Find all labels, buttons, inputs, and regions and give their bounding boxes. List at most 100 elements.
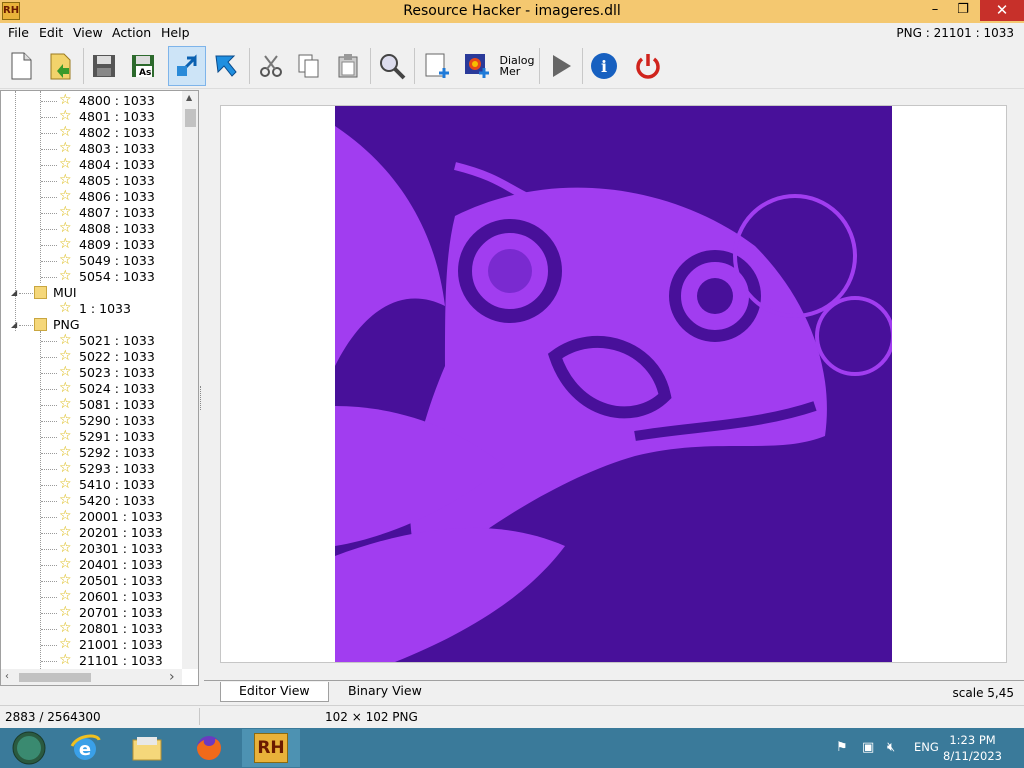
tree-item[interactable]: ☆ 4802 : 1033 xyxy=(1,125,181,141)
save-as-button[interactable]: As xyxy=(124,46,162,86)
scroll-up-icon[interactable]: ▲ xyxy=(186,93,192,102)
tree-item[interactable]: ☆ 20501 : 1033 xyxy=(1,573,181,589)
copy-button[interactable] xyxy=(290,46,328,86)
star-resource-icon: ☆ xyxy=(59,156,72,172)
tree-item[interactable]: ☆ 4801 : 1033 xyxy=(1,109,181,125)
resource-tree[interactable]: ☆ 4800 : 1033 ☆ 4801 : 1033 ☆ 4802 : 1033 ☆ 480… xyxy=(0,90,199,686)
new-file-button[interactable] xyxy=(2,46,40,86)
status-divider xyxy=(199,708,200,725)
tree-item[interactable]: ☆ 5292 : 1033 xyxy=(1,445,181,461)
tree-connector xyxy=(41,149,57,150)
clock-date: 8/11/2023 xyxy=(943,749,1002,763)
scroll-thumb[interactable] xyxy=(185,109,196,127)
tree-item-label: 4809 : 1033 xyxy=(79,237,155,252)
tree-vertical-scrollbar[interactable]: ▲ xyxy=(182,91,198,669)
tree-item[interactable]: ☆ 5049 : 1033 xyxy=(1,253,181,269)
internet-explorer-button[interactable]: e xyxy=(56,729,114,767)
internet-explorer-icon: e xyxy=(70,734,101,760)
folder-icon xyxy=(34,318,47,331)
tree-item[interactable]: ☆ 20801 : 1033 xyxy=(1,621,181,637)
run-button[interactable] xyxy=(542,46,580,86)
menu-file[interactable]: File xyxy=(8,25,29,40)
menu-view[interactable]: View xyxy=(73,25,103,40)
restore-button[interactable]: ❐ xyxy=(948,0,978,21)
tree-item[interactable]: ☆ 20201 : 1033 xyxy=(1,525,181,541)
paste-button[interactable] xyxy=(329,46,367,86)
volume-muted-icon[interactable]: 🔇︎ xyxy=(887,740,895,755)
tree-connector xyxy=(41,133,57,134)
tree-item[interactable]: ☆ 4806 : 1033 xyxy=(1,189,181,205)
star-resource-icon: ☆ xyxy=(59,188,72,204)
menu-help[interactable]: Help xyxy=(161,25,190,40)
exit-button[interactable] xyxy=(629,46,667,86)
add-resource-button[interactable] xyxy=(418,46,456,86)
tree-item[interactable]: ☆ 20701 : 1033 xyxy=(1,605,181,621)
network-icon[interactable]: ▣ xyxy=(862,740,874,755)
tree-item[interactable]: ☆ 4804 : 1033 xyxy=(1,157,181,173)
info-button[interactable]: i xyxy=(585,46,623,86)
title-bar[interactable]: RH Resource Hacker - imageres.dll – ❐ ✕ xyxy=(0,0,1024,23)
tree-item[interactable]: ☆ 5022 : 1033 xyxy=(1,349,181,365)
image-shape xyxy=(335,527,565,662)
tree-item[interactable]: ☆ 20601 : 1033 xyxy=(1,589,181,605)
language-indicator[interactable]: ENG xyxy=(914,740,939,754)
system-clock[interactable]: 1:23 PM 8/11/2023 xyxy=(943,732,1002,764)
tree-item-label: 5290 : 1033 xyxy=(79,413,155,428)
tree-item[interactable]: ☆ 4807 : 1033 xyxy=(1,205,181,221)
tree-horizontal-scrollbar[interactable]: ‹ › xyxy=(1,669,182,685)
tree-item[interactable]: ☆ 20401 : 1033 xyxy=(1,557,181,573)
tree-item[interactable]: ☆ 5021 : 1033 xyxy=(1,333,181,349)
tree-item[interactable]: ☆ 5024 : 1033 xyxy=(1,381,181,397)
save-button[interactable] xyxy=(85,46,123,86)
action-center-flag-icon[interactable]: ⚑ xyxy=(836,740,848,755)
tab-binary-view[interactable]: Binary View xyxy=(330,682,440,702)
tree-item-label: 4802 : 1033 xyxy=(79,125,155,140)
add-image-icon xyxy=(465,54,489,78)
minimize-button[interactable]: – xyxy=(920,0,950,21)
tree-item[interactable]: ☆ 21001 : 1033 xyxy=(1,637,181,653)
menu-edit[interactable]: Edit xyxy=(39,25,63,40)
scroll-right-icon[interactable]: › xyxy=(169,669,175,685)
tree-item[interactable]: ☆ 4809 : 1033 xyxy=(1,237,181,253)
firefox-button[interactable] xyxy=(180,729,238,767)
tree-folder[interactable]: ◢ MUI xyxy=(1,285,181,301)
tree-item[interactable]: ☆ 5291 : 1033 xyxy=(1,429,181,445)
close-button[interactable]: ✕ xyxy=(980,0,1024,21)
tree-item[interactable]: ☆ 5420 : 1033 xyxy=(1,493,181,509)
cut-button[interactable] xyxy=(252,46,290,86)
tree-item[interactable]: ☆ 4800 : 1033 xyxy=(1,93,181,109)
scroll-thumb[interactable] xyxy=(19,673,91,682)
tree-item[interactable]: ☆ 4808 : 1033 xyxy=(1,221,181,237)
tab-editor-view[interactable]: Editor View xyxy=(220,682,329,702)
tree-item[interactable]: ☆ 5290 : 1033 xyxy=(1,413,181,429)
open-file-button[interactable] xyxy=(42,46,80,86)
tree-item[interactable]: ☆ 5054 : 1033 xyxy=(1,269,181,285)
tree-item[interactable]: ☆ 4803 : 1033 xyxy=(1,141,181,157)
collapse-arrow-icon[interactable]: ◢ xyxy=(11,320,17,329)
file-explorer-button[interactable] xyxy=(118,729,176,767)
tree-item[interactable]: ☆ 5081 : 1033 xyxy=(1,397,181,413)
tree-item[interactable]: ☆ 20001 : 1033 xyxy=(1,509,181,525)
start-button[interactable] xyxy=(0,729,58,767)
tree-item[interactable]: ☆ 21101 : 1033 xyxy=(1,653,181,669)
resource-hacker-taskbar-button[interactable]: RH xyxy=(242,729,300,767)
scroll-left-icon[interactable]: ‹ xyxy=(5,671,9,682)
star-resource-icon: ☆ xyxy=(59,332,72,348)
tree-item[interactable]: ☆ 4805 : 1033 xyxy=(1,173,181,189)
tree-item[interactable]: ☆ 5023 : 1033 xyxy=(1,365,181,381)
tree-item[interactable]: ☆ 1 : 1033 xyxy=(1,301,181,317)
tree-connector xyxy=(41,341,57,342)
compile-button[interactable] xyxy=(168,46,206,86)
add-image-button[interactable] xyxy=(458,46,496,86)
menu-action[interactable]: Action xyxy=(112,25,151,40)
svg-text:i: i xyxy=(601,57,607,76)
find-button[interactable] xyxy=(373,46,411,86)
tree-item[interactable]: ☆ 5293 : 1033 xyxy=(1,461,181,477)
tree-item[interactable]: ☆ 20301 : 1033 xyxy=(1,541,181,557)
tree-item[interactable]: ☆ 5410 : 1033 xyxy=(1,477,181,493)
dialog-merge-button[interactable]: Dialog Mer xyxy=(496,46,538,86)
select-button[interactable] xyxy=(207,46,245,86)
save-as-label: As xyxy=(139,68,152,78)
tree-folder[interactable]: ◢ PNG xyxy=(1,317,181,333)
collapse-arrow-icon[interactable]: ◢ xyxy=(11,288,17,297)
